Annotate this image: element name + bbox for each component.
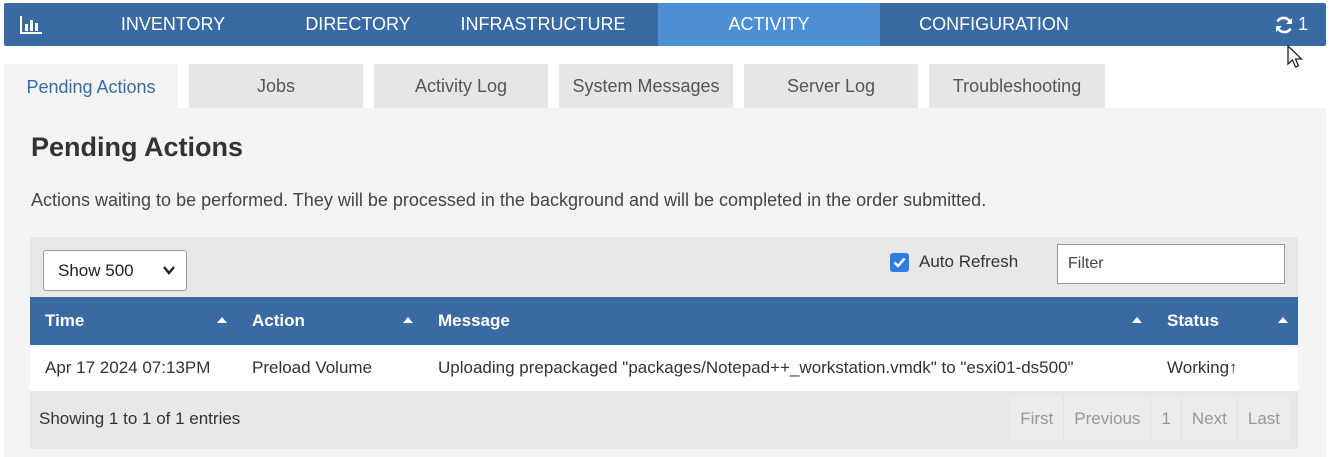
auto-refresh-checkbox[interactable] xyxy=(890,252,909,272)
refresh-counter[interactable]: 1 xyxy=(1256,3,1326,46)
pending-actions-table-container: Show 500 Auto Refresh Filter Time Action xyxy=(30,237,1298,449)
cell-status: Working↑ xyxy=(1167,358,1238,377)
pager-next[interactable]: Next xyxy=(1180,397,1237,441)
column-header-action-label: Action xyxy=(252,311,305,330)
pager-previous[interactable]: Previous xyxy=(1063,397,1150,441)
table-header: Time Action Message Status xyxy=(30,297,1298,345)
column-header-action[interactable]: Action xyxy=(237,297,423,345)
column-header-time[interactable]: Time xyxy=(30,297,237,345)
tab-jobs[interactable]: Jobs xyxy=(189,64,363,109)
auto-refresh-control: Auto Refresh xyxy=(890,252,1018,272)
sort-asc-icon xyxy=(1132,317,1142,323)
refresh-icon xyxy=(1275,16,1292,33)
page-title: Pending Actions xyxy=(31,132,244,162)
cell-message: Uploading prepackaged "packages/Notepad+… xyxy=(438,358,1074,377)
cell-time: Apr 17 2024 07:13PM xyxy=(45,358,211,377)
column-header-time-label: Time xyxy=(45,311,85,330)
sort-asc-icon xyxy=(403,317,413,323)
table-row[interactable]: Apr 17 2024 07:13PM Preload Volume Uploa… xyxy=(30,345,1298,391)
pagination: First Previous 1 Next Last xyxy=(1010,397,1290,441)
filter-placeholder: Filter xyxy=(1068,255,1104,272)
chevron-down-icon xyxy=(163,266,175,275)
bar-chart-icon xyxy=(20,15,42,34)
nav-activity[interactable]: ACTIVITY xyxy=(658,3,880,46)
auto-refresh-label: Auto Refresh xyxy=(919,252,1019,271)
column-header-message-label: Message xyxy=(438,311,510,330)
page-size-value: Show 500 xyxy=(58,260,134,280)
column-header-message[interactable]: Message xyxy=(423,297,1152,345)
sort-asc-icon xyxy=(1278,317,1288,323)
sort-asc-icon xyxy=(217,317,227,323)
tab-system-messages[interactable]: System Messages xyxy=(559,64,733,109)
entries-info: Showing 1 to 1 of 1 entries xyxy=(39,409,241,428)
nav-inventory[interactable]: INVENTORY xyxy=(58,3,288,46)
column-header-status[interactable]: Status xyxy=(1152,297,1298,345)
checkmark-icon xyxy=(893,257,906,268)
tab-server-log[interactable]: Server Log xyxy=(744,64,918,109)
pager-first[interactable]: First xyxy=(1010,397,1063,441)
mouse-cursor-icon xyxy=(1287,45,1304,68)
pending-actions-panel: Pending Actions Actions waiting to be pe… xyxy=(4,108,1326,457)
filter-input[interactable]: Filter xyxy=(1057,244,1285,284)
column-header-status-label: Status xyxy=(1167,311,1219,330)
tab-activity-log[interactable]: Activity Log xyxy=(374,64,548,109)
activity-tabs: Pending Actions Jobs Activity Log System… xyxy=(4,64,1116,110)
dashboard-logo[interactable] xyxy=(4,3,58,46)
tab-pending-actions[interactable]: Pending Actions xyxy=(4,64,178,110)
refresh-count: 1 xyxy=(1297,14,1308,34)
nav-configuration[interactable]: CONFIGURATION xyxy=(880,3,1108,46)
cell-action: Preload Volume xyxy=(252,358,373,377)
nav-infrastructure[interactable]: INFRASTRUCTURE xyxy=(428,3,658,46)
pager-page[interactable]: 1 xyxy=(1150,397,1180,441)
page-description: Actions waiting to be performed. They wi… xyxy=(31,190,987,210)
page-size-select[interactable]: Show 500 xyxy=(43,250,187,291)
pager-last[interactable]: Last xyxy=(1236,397,1290,441)
nav-directory[interactable]: DIRECTORY xyxy=(288,3,428,46)
top-nav-bar: INVENTORY DIRECTORY INFRASTRUCTURE ACTIV… xyxy=(4,3,1326,46)
tab-troubleshooting[interactable]: Troubleshooting xyxy=(929,64,1105,109)
